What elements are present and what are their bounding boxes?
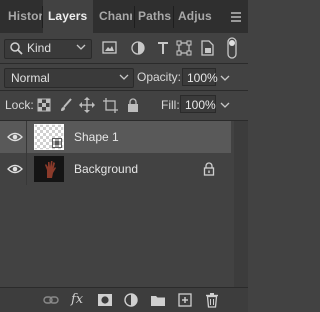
fill-label: Fill: xyxy=(161,98,180,112)
background-layer-thumbnail xyxy=(34,156,64,182)
panel-menu-button[interactable] xyxy=(226,0,246,33)
lock-artboard-icon[interactable] xyxy=(102,97,118,113)
blend-row: Normal Opacity: 100% xyxy=(0,64,248,90)
tab-paths[interactable]: Paths xyxy=(138,0,172,33)
blend-mode-value: Normal xyxy=(11,71,50,85)
blend-mode-select[interactable]: Normal xyxy=(4,68,134,88)
layer-name[interactable]: Shape 1 xyxy=(74,130,119,144)
search-icon xyxy=(10,42,23,55)
chevron-down-icon xyxy=(76,44,86,50)
filter-kind-label: Kind xyxy=(27,41,52,55)
adjustment-layer-icon[interactable] xyxy=(123,292,139,308)
shape-filter-icon[interactable] xyxy=(175,39,193,57)
visibility-eye-icon[interactable] xyxy=(7,163,23,175)
chevron-down-icon[interactable] xyxy=(220,73,230,83)
lock-label: Lock: xyxy=(5,98,34,112)
filter-kind-select[interactable]: Kind xyxy=(4,39,92,59)
chevron-down-icon[interactable] xyxy=(220,100,230,110)
mask-icon[interactable] xyxy=(97,292,113,308)
panel-tab-bar: Histor Layers Chann Paths Adjus xyxy=(0,0,248,33)
panel-menu-icon xyxy=(231,12,241,22)
link-icon[interactable] xyxy=(43,292,59,308)
fill-field[interactable]: 100% xyxy=(180,95,216,113)
adjustment-filter-icon[interactable] xyxy=(129,39,147,57)
smart-object-filter-icon[interactable] xyxy=(198,39,216,57)
trash-icon[interactable] xyxy=(204,292,220,308)
lock-icon xyxy=(203,162,215,176)
tab-adjustments[interactable]: Adjus xyxy=(178,0,222,33)
folder-icon[interactable] xyxy=(150,292,166,308)
opacity-field[interactable]: 100% xyxy=(182,68,218,86)
tab-layers[interactable]: Layers xyxy=(43,0,93,33)
tab-divider xyxy=(173,6,174,28)
tab-divider xyxy=(134,6,135,28)
visibility-eye-icon[interactable] xyxy=(7,131,23,143)
chevron-down-icon xyxy=(119,74,129,80)
lock-pixels-icon[interactable] xyxy=(58,97,74,113)
pixel-filter-icon[interactable] xyxy=(101,39,119,57)
type-filter-icon[interactable] xyxy=(154,39,172,57)
tab-history[interactable]: Histor xyxy=(8,0,42,33)
fx-icon[interactable]: fx xyxy=(71,292,83,307)
divider xyxy=(26,153,27,185)
tab-channels[interactable]: Chann xyxy=(99,0,132,33)
layer-row-shape-1[interactable]: Shape 1 xyxy=(0,121,231,153)
divider xyxy=(26,121,27,153)
lock-transparent-icon[interactable] xyxy=(36,97,52,113)
layer-row-background[interactable]: Background xyxy=(0,153,231,185)
lock-all-icon[interactable] xyxy=(125,97,141,113)
opacity-label: Opacity: xyxy=(137,70,182,84)
layer-name[interactable]: Background xyxy=(74,162,138,176)
shape-layer-thumbnail xyxy=(34,124,64,150)
layers-scrollbar[interactable] xyxy=(234,121,248,287)
layers-list: Shape 1 Background xyxy=(0,121,248,287)
filter-toggle-icon[interactable] xyxy=(222,37,242,59)
lock-position-icon[interactable] xyxy=(79,97,95,113)
new-layer-icon[interactable] xyxy=(177,292,193,308)
